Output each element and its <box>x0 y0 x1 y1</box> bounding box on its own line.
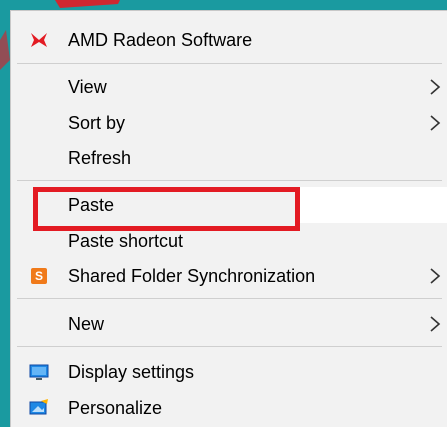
chevron-right-icon <box>430 115 441 131</box>
menu-item-sort-by[interactable]: Sort by <box>11 106 447 140</box>
menu-item-refresh[interactable]: Refresh <box>11 141 447 175</box>
display-settings-icon <box>29 364 49 380</box>
menu-separator <box>17 346 442 347</box>
amd-radeon-icon <box>31 33 47 47</box>
menu-separator <box>17 298 442 299</box>
menu-separator <box>17 63 442 64</box>
menu-item-personalize[interactable]: Personalize <box>11 391 447 425</box>
menu-item-label: Paste shortcut <box>68 231 184 251</box>
menu-item-new[interactable]: New <box>11 307 447 341</box>
shared-folder-sync-icon: S <box>31 268 47 284</box>
menu-item-label: Display settings <box>68 362 195 382</box>
menu-item-label: AMD Radeon Software <box>68 30 253 50</box>
menu-item-label: Refresh <box>68 148 132 168</box>
menu-item-paste-shortcut[interactable]: Paste shortcut <box>11 224 447 258</box>
menu-item-label: Shared Folder Synchronization <box>68 266 316 286</box>
menu-item-label: New <box>68 314 105 334</box>
menu-item-view[interactable]: View <box>11 70 447 104</box>
context-menu: AMD Radeon Software View Sort by Refresh… <box>10 10 447 427</box>
chevron-right-icon <box>430 268 441 284</box>
menu-item-shared-folder-synchronization[interactable]: S Shared Folder Synchronization <box>11 259 447 293</box>
menu-item-label: Sort by <box>68 113 126 133</box>
menu-item-display-settings[interactable]: Display settings <box>11 355 447 389</box>
personalize-icon <box>29 399 48 415</box>
menu-item-label: Personalize <box>68 398 163 418</box>
menu-item-amd-radeon-software[interactable]: AMD Radeon Software <box>11 23 447 57</box>
menu-separator <box>17 180 442 181</box>
chevron-right-icon <box>430 79 441 95</box>
menu-item-label: View <box>68 77 107 97</box>
chevron-right-icon <box>430 316 441 332</box>
